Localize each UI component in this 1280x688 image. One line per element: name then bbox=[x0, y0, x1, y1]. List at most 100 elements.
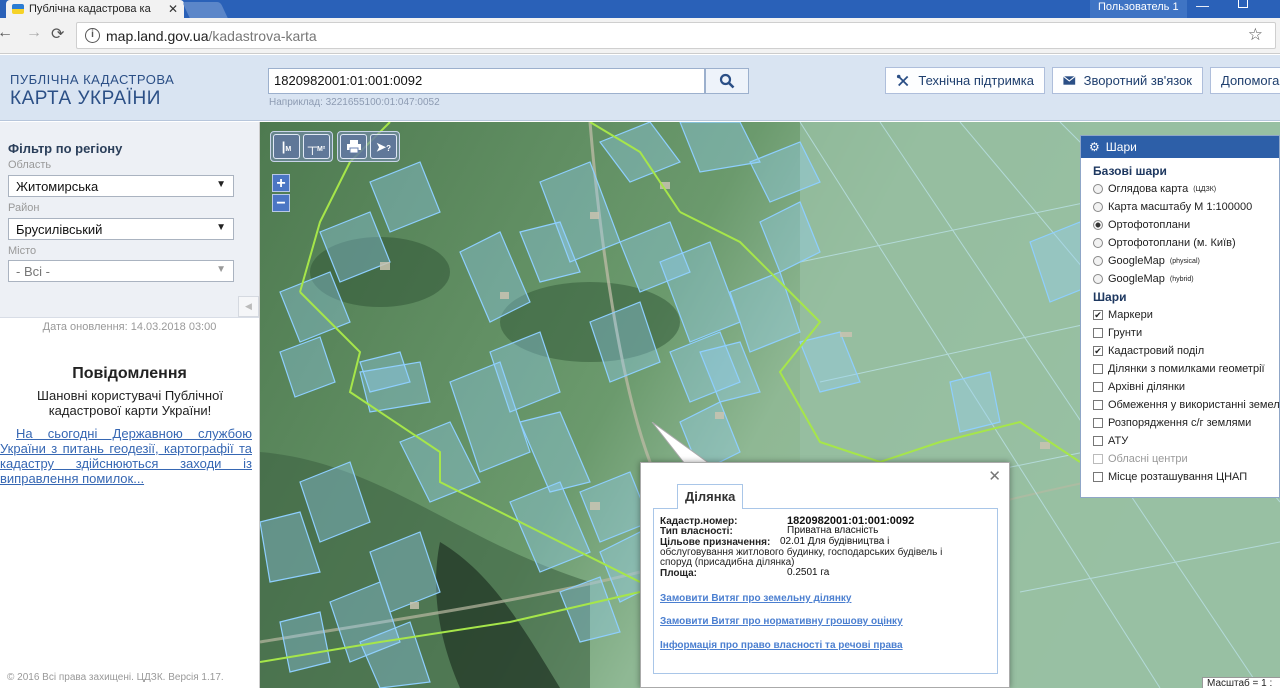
measure-tools: |М ┬М² bbox=[270, 131, 333, 162]
dropdown-arrow-icon: ▼ bbox=[216, 222, 226, 233]
zoom-in-button[interactable]: + bbox=[272, 174, 290, 192]
measure-area-button[interactable]: ┬М² bbox=[303, 134, 330, 159]
order-valuation-link[interactable]: Замовити Витяг про нормативну грошову оц… bbox=[660, 616, 903, 627]
help-button[interactable]: Допомога bbox=[1210, 67, 1280, 94]
ownership-info-link[interactable]: Інформація про право власності та речові… bbox=[660, 640, 903, 651]
layer-soils[interactable]: Грунти bbox=[1093, 324, 1279, 342]
checkbox[interactable] bbox=[1093, 472, 1103, 482]
site-header: ПУБЛІЧНА КАДАСТРОВА КАРТА УКРАЇНИ 182098… bbox=[0, 55, 1280, 121]
zoom-out-button[interactable]: − bbox=[272, 194, 290, 212]
maximize-icon[interactable] bbox=[1238, 0, 1248, 8]
popup-tab-parcel[interactable]: Ділянка bbox=[677, 484, 744, 509]
ownership-row: Тип власності: bbox=[660, 526, 733, 537]
identify-button[interactable]: ➤? bbox=[370, 134, 397, 159]
checkbox-checked[interactable]: ✔ bbox=[1093, 310, 1103, 320]
radio-button[interactable] bbox=[1093, 184, 1103, 194]
feedback-label: Зворотний зв'язок bbox=[1083, 73, 1192, 88]
layer-restrictions[interactable]: Обмеження у використанні земель bbox=[1093, 396, 1279, 414]
layer-geometry-errors[interactable]: Ділянки з помилками геометрії bbox=[1093, 360, 1279, 378]
base-layer-orthophoto-kyiv[interactable]: Ортофотоплани (м. Київ) bbox=[1093, 234, 1279, 252]
help-label: Допомога bbox=[1221, 73, 1280, 88]
new-tab-button[interactable] bbox=[182, 2, 228, 18]
base-layer-google-hybrid[interactable]: GoogleMap (hybrid) bbox=[1093, 270, 1279, 288]
update-date: Дата оновлення: 14.03.2018 03:00 bbox=[42, 321, 217, 333]
browser-user[interactable]: Пользователь 1 bbox=[1090, 0, 1187, 18]
close-icon[interactable]: ✕ bbox=[988, 467, 1001, 485]
search-button[interactable] bbox=[705, 68, 749, 94]
notice-link[interactable]: На сьогодні Державною службою України з … bbox=[0, 426, 252, 486]
forward-icon[interactable]: → bbox=[26, 24, 42, 42]
info-icon[interactable]: i bbox=[85, 28, 100, 43]
checkbox[interactable] bbox=[1093, 400, 1103, 410]
minimize-icon[interactable]: — bbox=[1196, 0, 1209, 13]
area-value: 0.2501 га bbox=[787, 567, 830, 578]
address-bar: ← → ⟳ i map.land.gov.ua/kadastrova-karta… bbox=[0, 18, 1280, 54]
search-icon bbox=[719, 73, 735, 89]
base-layer-google-physical[interactable]: GoogleMap (physical) bbox=[1093, 252, 1279, 270]
region-filter: Фільтр по регіону Область Житомирська ▼ … bbox=[0, 122, 259, 318]
logo-line2[interactable]: КАРТА УКРАЇНИ bbox=[10, 88, 161, 110]
notice-text: Шановні користувачі Публічної кадастрово… bbox=[37, 388, 223, 418]
map-scale: Масштаб = 1 : bbox=[1202, 677, 1280, 688]
layer-regional-centers: Обласні центри bbox=[1093, 450, 1279, 468]
city-select[interactable]: - Всі - ▼ bbox=[8, 260, 234, 282]
overlay-layers-list: ✔ Маркери Грунти ✔ Кадастровий поділ Ділян… bbox=[1093, 306, 1279, 486]
overlay-layers-title: Шари bbox=[1093, 290, 1127, 304]
layer-agri-orders[interactable]: Розпорядження с/г землями bbox=[1093, 414, 1279, 432]
checkbox[interactable] bbox=[1093, 382, 1103, 392]
layer-atu[interactable]: АТУ bbox=[1093, 432, 1279, 450]
checkbox[interactable] bbox=[1093, 364, 1103, 374]
checkbox[interactable] bbox=[1093, 436, 1103, 446]
rayon-value: Брусилівський bbox=[16, 222, 103, 237]
feedback-button[interactable]: Зворотний зв'язок bbox=[1052, 67, 1203, 94]
layer-archive[interactable]: Архівні ділянки bbox=[1093, 378, 1279, 396]
cadastral-search-input[interactable]: 1820982001:01:001:0092 bbox=[268, 68, 705, 94]
map-view[interactable]: |М ┬М² ➤? + − ⚙ Шари Базові шари Оглядов… bbox=[260, 122, 1280, 688]
base-layer-orthophoto[interactable]: Ортофотоплани bbox=[1093, 216, 1279, 234]
search-hint: Наприклад: 3221655100:01:047:0052 bbox=[269, 97, 440, 108]
tab-close-icon[interactable]: ✕ bbox=[168, 2, 178, 16]
url-input[interactable]: i map.land.gov.ua/kadastrova-karta ☆ bbox=[76, 22, 1276, 49]
layer-cnap[interactable]: Місце розташування ЦНАП bbox=[1093, 468, 1279, 486]
city-value: - Всі - bbox=[16, 264, 50, 279]
radio-button[interactable] bbox=[1093, 238, 1103, 248]
base-layer-100000[interactable]: Карта масштабу М 1:100000 bbox=[1093, 198, 1279, 216]
gear-icon: ⚙ bbox=[1089, 140, 1100, 154]
back-icon[interactable]: ← bbox=[0, 24, 13, 42]
browser-tab[interactable]: Публічна кадастрова ка ✕ bbox=[6, 0, 184, 18]
radio-button-selected[interactable] bbox=[1093, 220, 1103, 230]
radio-button[interactable] bbox=[1093, 202, 1103, 212]
layer-cadastral[interactable]: ✔ Кадастровий поділ bbox=[1093, 342, 1279, 360]
checkbox-checked[interactable]: ✔ bbox=[1093, 346, 1103, 356]
checkbox[interactable] bbox=[1093, 418, 1103, 428]
oblast-select[interactable]: Житомирська ▼ bbox=[8, 175, 234, 197]
left-panel: Фільтр по регіону Область Житомирська ▼ … bbox=[0, 122, 260, 688]
url-path: /kadastrova-karta bbox=[208, 27, 317, 44]
measure-length-button[interactable]: |М bbox=[273, 134, 300, 159]
cursor-question-icon: ➤? bbox=[376, 139, 391, 154]
radio-button[interactable] bbox=[1093, 256, 1103, 266]
base-layer-overview[interactable]: Оглядова карта (ЦДЗК) bbox=[1093, 180, 1279, 198]
support-button[interactable]: Технічна підтримка bbox=[885, 67, 1045, 94]
logo-line1[interactable]: ПУБЛІЧНА КАДАСТРОВА bbox=[10, 72, 174, 87]
layers-panel: ⚙ Шари Базові шари Оглядова карта (ЦДЗК) … bbox=[1080, 135, 1280, 498]
filter-title: Фільтр по регіону bbox=[8, 141, 123, 156]
radio-button[interactable] bbox=[1093, 274, 1103, 284]
checkbox-disabled bbox=[1093, 454, 1103, 464]
zoom-control: + − bbox=[272, 174, 290, 214]
reload-icon[interactable]: ⟳ bbox=[51, 24, 64, 44]
layers-header[interactable]: ⚙ Шари bbox=[1081, 136, 1279, 158]
print-button[interactable] bbox=[340, 134, 367, 159]
bookmark-star-icon[interactable]: ☆ bbox=[1248, 25, 1263, 45]
rayon-select[interactable]: Брусилівський ▼ bbox=[8, 218, 234, 240]
collapse-panel-button[interactable]: ◀ bbox=[238, 296, 259, 317]
order-extract-link[interactable]: Замовити Витяг про земельну ділянку bbox=[660, 593, 851, 604]
dropdown-arrow-icon: ▼ bbox=[216, 264, 226, 275]
checkbox[interactable] bbox=[1093, 328, 1103, 338]
tab-title: Публічна кадастрова ка bbox=[29, 3, 151, 15]
support-label: Технічна підтримка bbox=[918, 73, 1034, 88]
purpose-value: 02.01 Для будівництва і bbox=[780, 536, 890, 547]
parcel-popup: ✕ Ділянка Кадастр.номер: 1820982001:01:0… bbox=[640, 462, 1010, 688]
layer-markers[interactable]: ✔ Маркери bbox=[1093, 306, 1279, 324]
favicon-icon bbox=[12, 4, 24, 14]
